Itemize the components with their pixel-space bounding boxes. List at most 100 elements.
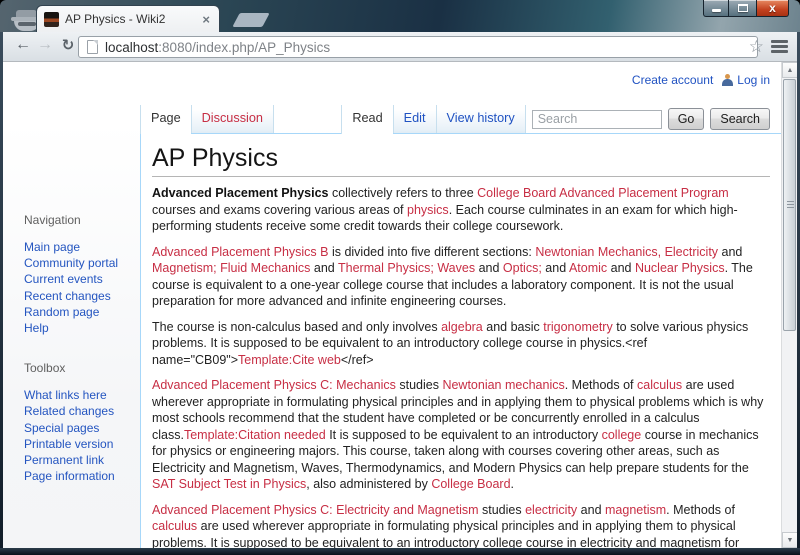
text-segment: </ref> bbox=[341, 353, 374, 367]
sidebar-item-help[interactable]: Help bbox=[24, 321, 49, 335]
text-segment: and bbox=[718, 245, 742, 259]
text-segment: studies bbox=[479, 503, 526, 517]
tab-close-icon[interactable]: × bbox=[200, 13, 212, 26]
log-in-link[interactable]: Log in bbox=[737, 73, 770, 87]
text-segment: is divided into five different sections: bbox=[328, 245, 535, 259]
bookmark-star-icon[interactable]: ☆ bbox=[749, 37, 764, 57]
text-segment: . bbox=[511, 477, 514, 491]
list-item: Community portal bbox=[24, 255, 140, 271]
sidebar: NavigationMain pageCommunity portalCurre… bbox=[3, 133, 140, 548]
create-account-link[interactable]: Create account bbox=[632, 73, 713, 87]
user-icon bbox=[722, 74, 733, 86]
page-title: AP Physics bbox=[152, 143, 770, 177]
menu-icon[interactable] bbox=[771, 40, 788, 55]
red-link[interactable]: calculus bbox=[637, 378, 682, 392]
browser-tab[interactable]: AP Physics - Wiki2 × bbox=[36, 5, 220, 32]
red-link[interactable]: Newtonian Mechanics, bbox=[535, 245, 661, 259]
list-item: Current events bbox=[24, 271, 140, 287]
red-link[interactable]: Electricity bbox=[665, 245, 718, 259]
red-link[interactable]: Advanced Placement Physics C: Mechanics bbox=[152, 378, 396, 392]
scrollbar-thumb[interactable] bbox=[783, 79, 796, 331]
view-tabs: ReadEditView history bbox=[341, 105, 525, 133]
views-and-search: ReadEditView history Go Search bbox=[341, 105, 770, 133]
text-segment: and bbox=[310, 261, 338, 275]
list-item: Permanent link bbox=[24, 452, 140, 468]
sidebar-item-community-portal[interactable]: Community portal bbox=[24, 256, 118, 270]
red-link[interactable]: Fluid Mechanics bbox=[220, 261, 310, 275]
red-link[interactable]: College Board Advanced Placement Program bbox=[477, 186, 729, 200]
list-item: Recent changes bbox=[24, 288, 140, 304]
text-segment: . Methods of bbox=[565, 378, 637, 392]
sidebar-item-current-events[interactable]: Current events bbox=[24, 272, 103, 286]
new-tab-button[interactable] bbox=[232, 13, 269, 27]
sidebar-item-page-information[interactable]: Page information bbox=[24, 469, 115, 483]
list-item: Related changes bbox=[24, 403, 140, 419]
reload-button[interactable]: ↻ bbox=[58, 36, 78, 54]
paragraph: The course is non-calculus based and onl… bbox=[152, 319, 770, 369]
red-link[interactable]: College Board bbox=[431, 477, 510, 491]
url-bar[interactable]: localhost:8080/index.php/AP_Physics bbox=[78, 36, 758, 58]
sidebar-item-permanent-link[interactable]: Permanent link bbox=[24, 453, 104, 467]
tab-view-history[interactable]: View history bbox=[436, 105, 526, 134]
scroll-down-button[interactable]: ▼ bbox=[782, 532, 797, 548]
text-segment: The course is non-calculus based and onl… bbox=[152, 320, 441, 334]
forward-button: → bbox=[35, 36, 55, 54]
red-link[interactable]: magnetism bbox=[605, 503, 666, 517]
back-button[interactable]: ← bbox=[13, 36, 33, 54]
paragraph: Advanced Placement Physics B is divided … bbox=[152, 244, 770, 310]
window-controls: x bbox=[703, 0, 789, 17]
list-item: Printable version bbox=[24, 436, 140, 452]
sidebar-item-printable-version[interactable]: Printable version bbox=[24, 437, 113, 451]
red-link[interactable]: Nuclear Physics bbox=[635, 261, 725, 275]
red-link[interactable]: SAT Subject Test in Physics bbox=[152, 477, 306, 491]
scroll-up-button[interactable]: ▲ bbox=[782, 62, 797, 78]
browser-toolbar: ← → ↻ localhost:8080/index.php/AP_Physic… bbox=[3, 32, 797, 62]
red-link[interactable]: Thermal Physics; bbox=[338, 261, 434, 275]
sidebar-item-random-page[interactable]: Random page bbox=[24, 305, 99, 319]
red-link[interactable]: Template:Citation needed bbox=[184, 428, 326, 442]
tab-page[interactable]: Page bbox=[140, 105, 191, 134]
red-link[interactable]: electricity bbox=[525, 503, 577, 517]
red-link[interactable]: algebra bbox=[441, 320, 483, 334]
red-link[interactable]: Advanced Placement Physics C: Electricit… bbox=[152, 503, 479, 517]
red-link[interactable]: trigonometry bbox=[543, 320, 612, 334]
namespace-tabs: PageDiscussion bbox=[140, 105, 274, 133]
window-maximize-button[interactable] bbox=[729, 0, 756, 17]
text-segment: courses and exams covering various areas… bbox=[152, 203, 407, 217]
red-link[interactable]: Atomic bbox=[569, 261, 607, 275]
text-segment: are used wherever appropriate in formula… bbox=[152, 519, 739, 548]
search-input[interactable] bbox=[532, 110, 662, 129]
red-link[interactable]: Optics; bbox=[503, 261, 542, 275]
sidebar-item-related-changes[interactable]: Related changes bbox=[24, 404, 114, 418]
window-close-button[interactable]: x bbox=[756, 0, 789, 17]
sidebar-header-toolbox: Toolbox bbox=[24, 361, 140, 375]
paragraph: Advanced Placement Physics C: Electricit… bbox=[152, 502, 770, 549]
red-link[interactable]: Template:Cite web bbox=[238, 353, 341, 367]
red-link[interactable]: physics bbox=[407, 203, 449, 217]
sidebar-item-main-page[interactable]: Main page bbox=[24, 240, 80, 254]
text-segment: and bbox=[542, 261, 569, 275]
go-button[interactable]: Go bbox=[668, 108, 705, 130]
red-link[interactable]: Waves bbox=[437, 261, 475, 275]
red-link[interactable]: Magnetism; bbox=[152, 261, 217, 275]
sidebar-item-recent-changes[interactable]: Recent changes bbox=[24, 289, 111, 303]
tab-read[interactable]: Read bbox=[341, 105, 392, 134]
title-bar: AP Physics - Wiki2 × x bbox=[0, 0, 800, 32]
sidebar-item-special-pages[interactable]: Special pages bbox=[24, 421, 99, 435]
sidebar-item-what-links-here[interactable]: What links here bbox=[24, 388, 107, 402]
tab-title: AP Physics - Wiki2 bbox=[65, 12, 200, 26]
scrollbar-grip-icon bbox=[787, 201, 794, 209]
tab-row: PageDiscussion ReadEditView history Go S… bbox=[140, 105, 770, 133]
list-item: Help bbox=[24, 320, 140, 336]
bold-text: Advanced Placement Physics bbox=[152, 186, 328, 200]
red-link[interactable]: college bbox=[602, 428, 642, 442]
text-segment: , also administered by bbox=[306, 477, 431, 491]
red-link[interactable]: Newtonian mechanics bbox=[442, 378, 564, 392]
tab-discussion[interactable]: Discussion bbox=[191, 105, 274, 134]
search-button[interactable]: Search bbox=[710, 108, 770, 130]
tab-edit[interactable]: Edit bbox=[393, 105, 436, 134]
window-minimize-button[interactable] bbox=[703, 0, 729, 17]
red-link[interactable]: Advanced Placement Physics B bbox=[152, 245, 328, 259]
scrollbar[interactable]: ▲ ▼ bbox=[781, 62, 797, 548]
red-link[interactable]: calculus bbox=[152, 519, 197, 533]
